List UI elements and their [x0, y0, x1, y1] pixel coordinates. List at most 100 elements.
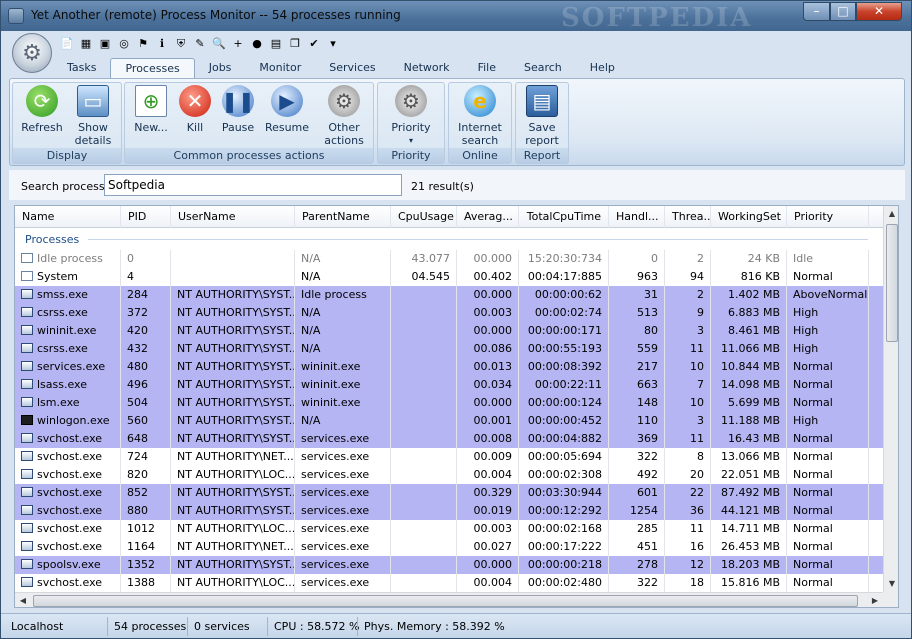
tab-jobs[interactable]: Jobs: [195, 58, 246, 78]
column-header-totalcputime[interactable]: TotalCpuTime: [519, 206, 609, 228]
column-header-pid[interactable]: PID: [121, 206, 171, 228]
cell-avg: 00.402: [457, 268, 519, 286]
column-header-priority[interactable]: Priority: [787, 206, 869, 228]
copy-icon[interactable]: ❐: [287, 35, 303, 51]
vertical-scrollbar[interactable]: ▲ ▼: [883, 206, 898, 592]
table-row[interactable]: services.exe 480 NT AUTHORITY\SYST... winin…: [15, 358, 883, 376]
cell-cpu: [391, 520, 457, 538]
new-process-button[interactable]: ⊕ New...: [129, 85, 173, 134]
cell-priority: Normal: [787, 358, 869, 376]
table-row[interactable]: Idle process 0 N/A 43.077 00.000 15:20:30:734…: [15, 250, 883, 268]
close-button[interactable]: ✕: [856, 2, 902, 21]
table-row[interactable]: winlogon.exe 560 NT AUTHORITY\SYST... N/A 00…: [15, 412, 883, 430]
tab-tasks[interactable]: Tasks: [53, 58, 110, 78]
minimize-button[interactable]: –: [803, 2, 830, 21]
scroll-left-icon[interactable]: ◀: [15, 593, 31, 607]
other-actions-button[interactable]: ⚙ Other actions: [317, 85, 371, 147]
table-row[interactable]: svchost.exe 852 NT AUTHORITY\SYST... servic…: [15, 484, 883, 502]
scroll-up-icon[interactable]: ▲: [884, 206, 898, 222]
cell-threads: 36: [665, 502, 711, 520]
title-bar[interactable]: Yet Another (remote) Process Monitor -- …: [1, 1, 911, 33]
cell-avg: 00.000: [457, 556, 519, 574]
check-icon[interactable]: ✔: [306, 35, 322, 51]
edit-icon[interactable]: ✎: [192, 35, 208, 51]
table-row[interactable]: svchost.exe 1164 NT AUTHORITY\NET... servic…: [15, 538, 883, 556]
table-row[interactable]: spoolsv.exe 1352 NT AUTHORITY\SYST... servi…: [15, 556, 883, 574]
cell-parent: services.exe: [295, 538, 391, 556]
table-row[interactable]: System 4 N/A 04.545 00.402 00:04:17:885 963 94 8…: [15, 268, 883, 286]
cell-ws: 6.883 MB: [711, 304, 787, 322]
table-row[interactable]: svchost.exe 880 NT AUTHORITY\SYST... servic…: [15, 502, 883, 520]
tab-search[interactable]: Search: [510, 58, 576, 78]
network-icon[interactable]: ⚑: [135, 35, 151, 51]
cell-total: 00:00:22:11: [519, 376, 609, 394]
column-header-handl[interactable]: Handl...: [609, 206, 665, 228]
globe-icon[interactable]: ●: [249, 35, 265, 51]
app-icon[interactable]: [8, 8, 24, 24]
search-input[interactable]: [104, 174, 402, 196]
column-header-username[interactable]: UserName: [171, 206, 295, 228]
table-row[interactable]: lsass.exe 496 NT AUTHORITY\SYST... wininit.…: [15, 376, 883, 394]
vertical-scroll-thumb[interactable]: [886, 224, 898, 342]
column-header-cpuusage[interactable]: CpuUsage: [391, 206, 457, 228]
kill-button[interactable]: ✕ Kill: [175, 85, 215, 134]
table-row[interactable]: svchost.exe 1012 NT AUTHORITY\LOC... servic…: [15, 520, 883, 538]
cell-avg: 00.329: [457, 484, 519, 502]
table-row[interactable]: csrss.exe 432 NT AUTHORITY\SYST... N/A 00.08…: [15, 340, 883, 358]
table-row[interactable]: svchost.exe 820 NT AUTHORITY\LOC... service…: [15, 466, 883, 484]
tab-monitor[interactable]: Monitor: [245, 58, 315, 78]
cell-cpu: [391, 448, 457, 466]
pause-button[interactable]: ❚❚ Pause: [217, 85, 259, 134]
column-header-averag[interactable]: Averag...: [457, 206, 519, 228]
column-header-threa[interactable]: Threa...: [665, 206, 711, 228]
table-row[interactable]: svchost.exe 648 NT AUTHORITY\SYST... servic…: [15, 430, 883, 448]
document-icon[interactable]: 📄: [59, 35, 75, 51]
process-icon: [21, 289, 33, 299]
table-row[interactable]: lsm.exe 504 NT AUTHORITY\SYST... wininit.ex…: [15, 394, 883, 412]
process-name: svchost.exe: [37, 468, 103, 481]
cell-name: lsass.exe: [15, 376, 121, 394]
group-priority-label: Priority: [378, 148, 444, 163]
table-row[interactable]: svchost.exe 1388 NT AUTHORITY\LOC... servic…: [15, 574, 883, 592]
target-icon[interactable]: ◎: [116, 35, 132, 51]
process-name: svchost.exe: [37, 504, 103, 517]
shield-icon[interactable]: ⛨: [173, 35, 189, 51]
table-row[interactable]: csrss.exe 372 NT AUTHORITY\SYST... N/A 00.00…: [15, 304, 883, 322]
internet-search-button[interactable]: e Internet search: [451, 85, 509, 147]
resume-button[interactable]: ▶ Resume: [261, 85, 313, 134]
group-header-processes[interactable]: Processes: [25, 233, 79, 246]
add-icon[interactable]: +: [230, 35, 246, 51]
app-menu-orb[interactable]: ⚙: [12, 33, 52, 73]
tab-network[interactable]: Network: [390, 58, 464, 78]
column-header-parentname[interactable]: ParentName: [295, 206, 391, 228]
monitor-icon[interactable]: ▣: [97, 35, 113, 51]
horizontal-scrollbar[interactable]: ◀ ▶: [15, 592, 883, 607]
refresh-button[interactable]: ⟳ Refresh: [17, 85, 67, 134]
table-row[interactable]: smss.exe 284 NT AUTHORITY\SYST... Idle proc…: [15, 286, 883, 304]
process-icon: [21, 433, 33, 443]
scroll-right-icon[interactable]: ▶: [867, 593, 883, 607]
column-header-workingset[interactable]: WorkingSet: [711, 206, 787, 228]
scroll-down-icon[interactable]: ▼: [884, 576, 898, 592]
search-doc-icon[interactable]: 🔍: [211, 35, 227, 51]
save-icon[interactable]: ▤: [268, 35, 284, 51]
column-header-name[interactable]: Name: [15, 206, 121, 228]
cell-handles: 492: [609, 466, 665, 484]
show-details-button[interactable]: ▭ Show details: [67, 85, 119, 147]
status-bar: Localhost 54 processes 0 services CPU : …: [1, 613, 911, 638]
maximize-button[interactable]: □: [830, 2, 856, 21]
memory-icon[interactable]: ▦: [78, 35, 94, 51]
save-report-button[interactable]: ▤ Save report: [518, 85, 566, 147]
info-icon[interactable]: ℹ: [154, 35, 170, 51]
cell-pid: 0: [121, 250, 171, 268]
tab-help[interactable]: Help: [576, 58, 629, 78]
tab-file[interactable]: File: [464, 58, 510, 78]
tab-processes[interactable]: Processes: [110, 58, 195, 78]
horizontal-scroll-thumb[interactable]: [33, 595, 858, 607]
cell-ws: 14.098 MB: [711, 376, 787, 394]
dropdown-icon[interactable]: ▾: [325, 35, 341, 51]
priority-button[interactable]: ⚙ Priority ▾: [382, 85, 440, 147]
table-row[interactable]: svchost.exe 724 NT AUTHORITY\NET... service…: [15, 448, 883, 466]
tab-services[interactable]: Services: [315, 58, 389, 78]
table-row[interactable]: wininit.exe 420 NT AUTHORITY\SYST... N/A 00.…: [15, 322, 883, 340]
